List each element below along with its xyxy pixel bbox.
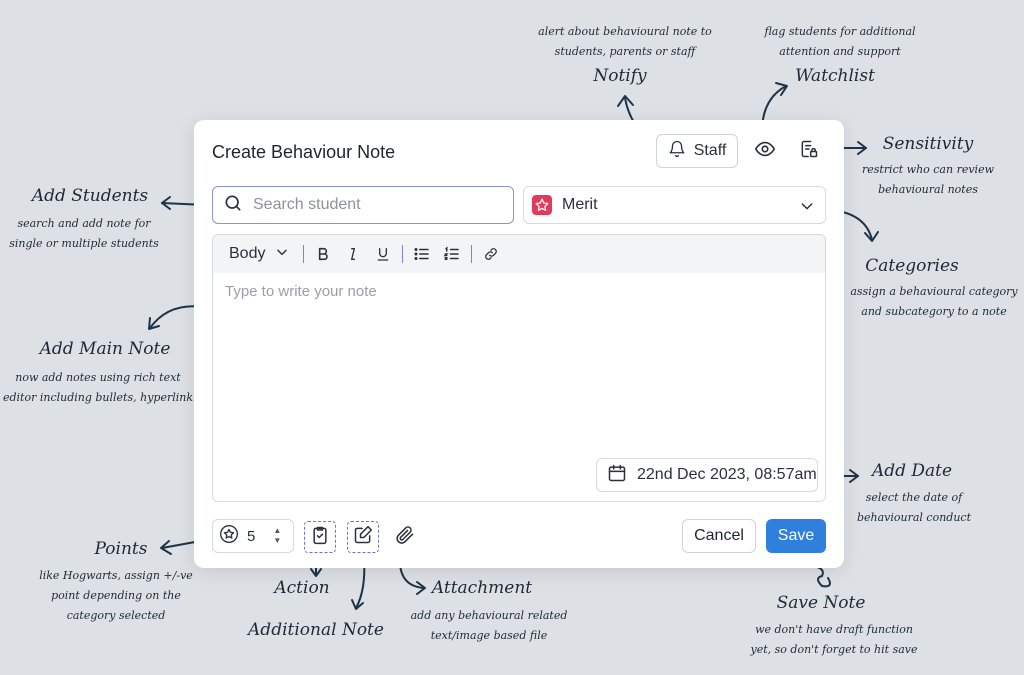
decrement-icon[interactable]: ▼ [273, 536, 281, 546]
clipboard-check-icon [310, 525, 330, 550]
add-students-description: search and add note for single or multipl… [9, 217, 159, 250]
bullet-list-icon [414, 248, 430, 260]
points-stepper[interactable]: 5 ▲ ▼ [212, 519, 294, 553]
search-student-field[interactable] [212, 186, 514, 224]
add-date-description: select the date of behavioural conduct [856, 491, 972, 524]
sensitivity-title: Sensitivity [882, 134, 974, 154]
paperclip-icon [395, 525, 415, 550]
bold-button[interactable] [308, 239, 338, 269]
editor-toolbar: Body [213, 235, 825, 273]
save-note-description: we don't have draft function yet, so don'… [750, 623, 918, 656]
notify-description: alert about behavioural note to students,… [538, 25, 712, 58]
save-note-title: Save Note [776, 593, 866, 613]
bell-icon [668, 140, 686, 163]
category-value: Merit [562, 196, 598, 213]
chevron-down-icon [275, 245, 289, 264]
date-value: 22nd Dec 2023, 08:57am [637, 466, 817, 483]
sensitivity-icon [799, 139, 819, 164]
points-title: Points [94, 539, 148, 559]
bold-icon [319, 247, 329, 261]
toolbar-divider [303, 245, 305, 263]
underline-icon [378, 248, 389, 261]
category-select[interactable]: Merit [523, 186, 826, 224]
additional-note-title: Additional Note [248, 620, 384, 640]
attachment-button[interactable] [392, 524, 418, 550]
star-circle-icon [219, 524, 239, 548]
link-button[interactable] [476, 239, 506, 269]
save-button[interactable]: Save [766, 519, 826, 553]
add-main-note-description: now add notes using rich text editor incl… [2, 371, 194, 404]
stepper-controls[interactable]: ▲ ▼ [273, 526, 281, 546]
watchlist-description: flag students for additional attention an… [764, 25, 916, 58]
add-main-note-title: Add Main Note [39, 339, 171, 359]
search-student-input[interactable] [253, 196, 493, 214]
star-icon [532, 195, 552, 215]
notify-staff-button[interactable]: Staff [656, 134, 738, 168]
action-title: Action [274, 578, 330, 598]
staff-label: Staff [693, 142, 727, 159]
toolbar-divider [402, 245, 404, 263]
underline-button[interactable] [368, 239, 398, 269]
edit-icon [353, 525, 373, 550]
points-description: like Hogwarts, assign +/-ve point dependi… [39, 569, 193, 622]
bullet-list-button[interactable] [407, 239, 437, 269]
modal-title: Create Behaviour Note [212, 142, 396, 162]
numbered-list-icon [443, 246, 460, 260]
toolbar-divider [471, 245, 473, 263]
date-picker-button[interactable]: 22nd Dec 2023, 08:57am [596, 458, 818, 492]
calendar-icon [607, 463, 627, 488]
cancel-button[interactable]: Cancel [682, 519, 756, 553]
attachment-title: Attachment [431, 578, 533, 598]
watchlist-title: Watchlist [795, 66, 875, 86]
action-button[interactable] [304, 521, 336, 553]
attachment-description: add any behavioural related text/image ba… [410, 609, 568, 642]
categories-description: assign a behavioural category and subcate… [850, 285, 1018, 318]
chevron-down-icon [799, 198, 815, 219]
italic-icon [351, 248, 356, 260]
categories-title: Categories [865, 256, 959, 276]
link-icon [485, 248, 498, 260]
text-style-value: Body [229, 245, 266, 262]
numbered-list-button[interactable] [437, 239, 467, 269]
points-value: 5 [247, 527, 256, 545]
watchlist-button[interactable] [752, 138, 778, 164]
additional-note-button[interactable] [347, 521, 379, 553]
add-date-title: Add Date [871, 461, 953, 481]
sensitivity-button[interactable] [796, 138, 822, 164]
sensitivity-description: restrict who can review behavioural notes [861, 163, 995, 196]
increment-icon[interactable]: ▲ [273, 526, 281, 536]
eye-icon [754, 138, 776, 165]
search-icon [223, 193, 243, 218]
add-students-title: Add Students [31, 186, 149, 206]
notify-title: Notify [593, 66, 647, 86]
text-style-dropdown[interactable]: Body [229, 245, 289, 264]
create-behaviour-note-modal: Create Behaviour Note Staff Merit [194, 120, 844, 568]
italic-button[interactable] [338, 239, 368, 269]
